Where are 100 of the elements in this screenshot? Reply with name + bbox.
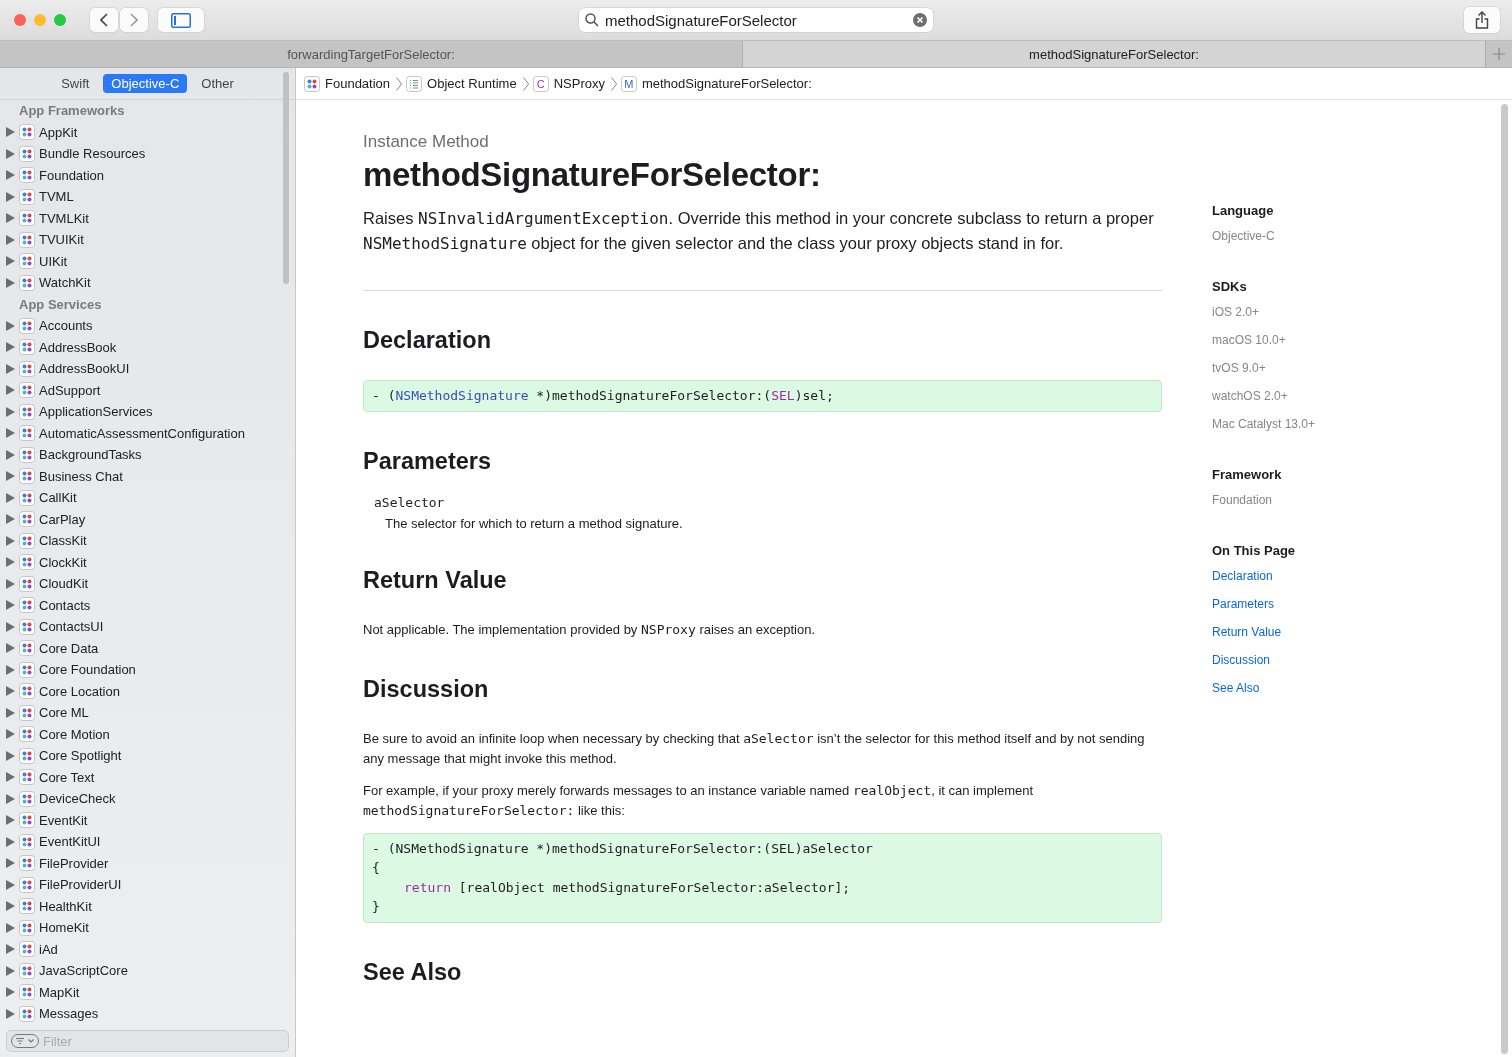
disclosure-triangle-icon[interactable] [6,686,15,697]
sidebar-item[interactable]: Core Location [39,683,120,699]
sidebar-item[interactable]: UIKit [39,253,68,269]
disclosure-triangle-icon[interactable] [6,1008,15,1019]
sidebar-item[interactable]: ContactsUI [39,619,104,635]
disclosure-triangle-icon[interactable] [6,191,15,202]
disclosure-triangle-icon[interactable] [6,793,15,804]
disclosure-triangle-icon[interactable] [6,127,15,138]
disclosure-triangle-icon[interactable] [6,320,15,331]
disclosure-triangle-icon[interactable] [6,578,15,589]
sidebar-item[interactable]: CallKit [39,490,77,506]
language-tab[interactable]: Swift [53,74,98,93]
disclosure-triangle-icon[interactable] [6,729,15,740]
disclosure-triangle-icon[interactable] [6,471,15,482]
breadcrumb-link[interactable]: C NSProxy [532,75,605,92]
disclosure-triangle-icon[interactable] [6,987,15,998]
search-field[interactable]: methodSignatureForSelector [579,8,933,32]
disclosure-triangle-icon[interactable] [6,815,15,826]
disclosure-triangle-icon[interactable] [6,406,15,417]
page-link[interactable]: Parameters [1212,597,1275,611]
filter-field[interactable]: Filter [6,1030,289,1052]
sidebar-item[interactable]: Core Text [39,769,95,785]
sidebar-item[interactable]: Core ML [39,705,89,721]
sidebar-item[interactable]: ClockKit [39,554,87,570]
disclosure-triangle-icon[interactable] [6,213,15,224]
sidebar-item[interactable]: Contacts [39,597,91,613]
disclosure-triangle-icon[interactable] [6,944,15,955]
sidebar-item[interactable]: BackgroundTasks [39,447,142,463]
disclosure-triangle-icon[interactable] [6,363,15,374]
sidebar-item[interactable]: TVMLKit [39,210,89,226]
disclosure-triangle-icon[interactable] [6,901,15,912]
sidebar-item[interactable]: Accounts [39,318,93,334]
clear-icon[interactable] [913,13,927,27]
sidebar-item[interactable]: JavaScriptCore [39,963,128,979]
page-link[interactable]: Return Value [1212,625,1282,639]
sidebar-item[interactable]: ApplicationServices [39,404,153,420]
disclosure-triangle-icon[interactable] [6,234,15,245]
page-link[interactable]: Declaration [1212,569,1273,583]
sidebar-item[interactable]: AppKit [39,124,78,140]
disclosure-triangle-icon[interactable] [6,879,15,890]
sidebar-item[interactable]: WatchKit [39,275,91,291]
sidebar-item[interactable]: AdSupport [39,382,101,398]
sidebar-item[interactable]: CarPlay [39,511,86,527]
sidebar-item[interactable]: iAd [39,941,58,957]
sidebar-item[interactable]: Bundle Resources [39,146,146,162]
disclosure-triangle-icon[interactable] [6,600,15,611]
sidebar-item[interactable]: CloudKit [39,576,89,592]
sidebar-item[interactable]: HomeKit [39,920,89,936]
disclosure-triangle-icon[interactable] [6,643,15,654]
sidebar-item[interactable]: Business Chat [39,468,123,484]
disclosure-triangle-icon[interactable] [6,922,15,933]
disclosure-triangle-icon[interactable] [6,449,15,460]
language-tab[interactable]: Objective-C [103,74,188,93]
sidebar-item[interactable]: Core Spotlight [39,748,122,764]
sidebar-item[interactable]: AddressBookUI [39,361,130,377]
sidebar-item[interactable]: MapKit [39,984,80,1000]
disclosure-triangle-icon[interactable] [6,750,15,761]
disclosure-triangle-icon[interactable] [6,514,15,525]
close-button[interactable] [14,14,26,26]
sidebar-item[interactable]: DeviceCheck [39,791,116,807]
sidebar-item[interactable]: TVML [39,189,74,205]
disclosure-triangle-icon[interactable] [6,965,15,976]
filter-options-icon[interactable] [11,1034,39,1048]
disclosure-triangle-icon[interactable] [6,492,15,503]
disclosure-triangle-icon[interactable] [6,707,15,718]
disclosure-triangle-icon[interactable] [6,428,15,439]
sidebar-item[interactable]: FileProvider [39,855,109,871]
sidebar-item[interactable]: AutomaticAssessmentConfiguration [39,425,245,441]
sidebar-item[interactable]: TVUIKit [39,232,84,248]
breadcrumb-link[interactable]: Object Runtime [406,75,517,92]
sidebar-item[interactable]: FileProviderUI [39,877,122,893]
language-tab[interactable]: Other [193,74,242,93]
filter-input[interactable]: Filter [43,1033,284,1049]
disclosure-triangle-icon[interactable] [6,836,15,847]
disclosure-triangle-icon[interactable] [6,170,15,181]
share-button[interactable] [1464,7,1500,33]
sidebar-toggle-button[interactable] [158,8,204,32]
page-link[interactable]: See Also [1212,681,1260,695]
breadcrumb-link[interactable]: Foundation [304,75,391,92]
breadcrumb-link[interactable]: M methodSignatureForSelector: [620,75,812,92]
disclosure-triangle-icon[interactable] [6,535,15,546]
search-input[interactable]: methodSignatureForSelector [605,11,907,29]
scrollbar-thumb[interactable] [283,72,289,284]
scrollbar-thumb[interactable] [1501,104,1508,1054]
disclosure-triangle-icon[interactable] [6,858,15,869]
page-link[interactable]: Discussion [1212,653,1271,667]
tab[interactable]: methodSignatureForSelector: [743,41,1486,67]
tab[interactable]: forwardingTargetForSelector: [0,41,743,67]
disclosure-triangle-icon[interactable] [6,148,15,159]
sidebar-item[interactable]: Messages [39,1006,99,1022]
disclosure-triangle-icon[interactable] [6,621,15,632]
disclosure-triangle-icon[interactable] [6,342,15,353]
disclosure-triangle-icon[interactable] [6,772,15,783]
disclosure-triangle-icon[interactable] [6,557,15,568]
sidebar-item[interactable]: Core Data [39,640,99,656]
disclosure-triangle-icon[interactable] [6,385,15,396]
disclosure-triangle-icon[interactable] [6,256,15,267]
sidebar-item[interactable]: Core Foundation [39,662,136,678]
back-button[interactable] [90,8,118,32]
sidebar-item[interactable]: EventKitUI [39,834,101,850]
